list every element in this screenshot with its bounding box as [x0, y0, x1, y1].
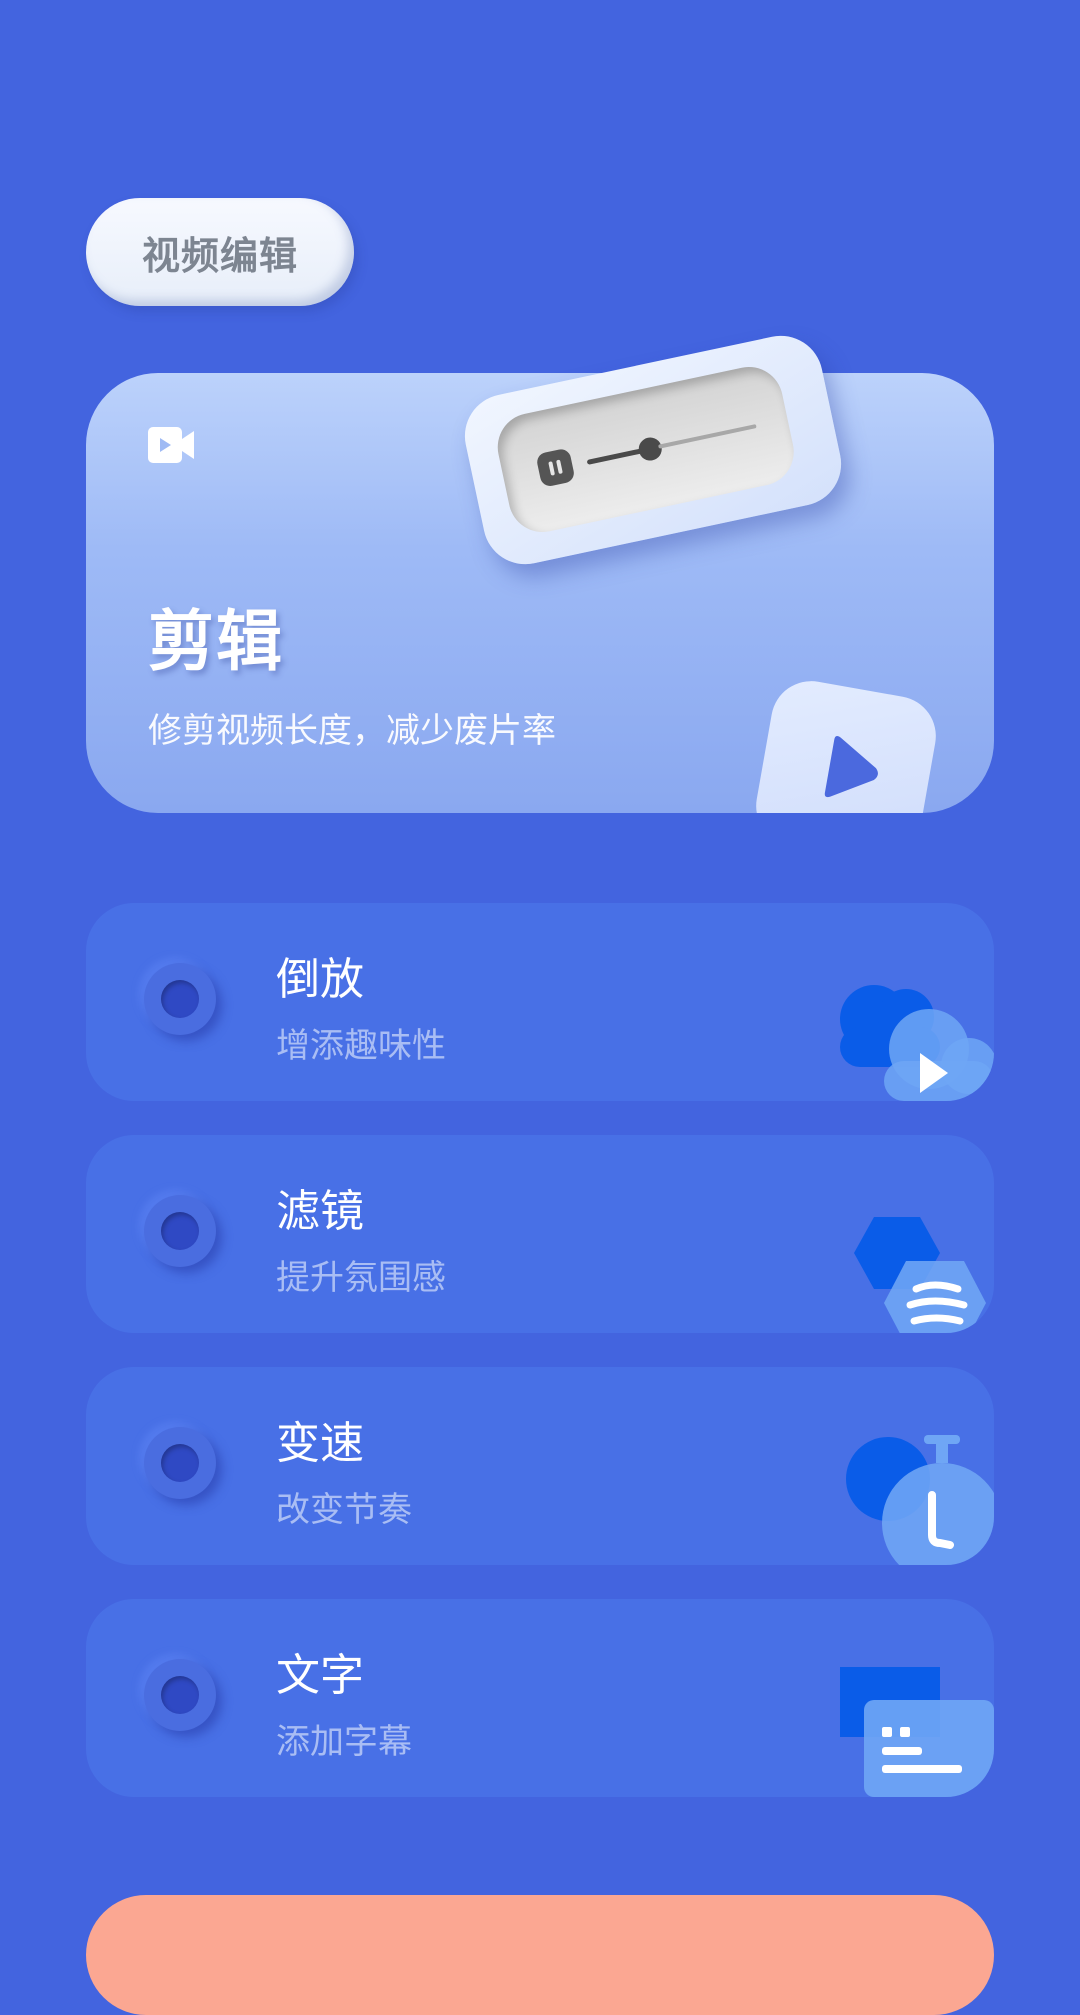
feature-card-reverse[interactable]: 倒放 增添趣味性 — [86, 903, 994, 1101]
feature-title: 滤镜 — [276, 1186, 364, 1237]
category-label: 视频编辑 — [141, 233, 298, 278]
feature-card-text[interactable]: 文字 添加字幕 — [86, 1599, 994, 1797]
category-pill[interactable]: 视频编辑 — [86, 198, 354, 306]
stopwatch-icon — [846, 1435, 994, 1565]
hero-title: 剪辑 — [148, 603, 284, 680]
video-camera-icon — [148, 427, 194, 463]
subtitle-text-icon — [840, 1667, 994, 1797]
feature-title: 倒放 — [276, 954, 364, 1005]
radio-indicator — [144, 963, 216, 1035]
cloud-play-icon — [840, 985, 994, 1101]
slider-knob — [636, 435, 664, 463]
play-icon — [824, 735, 878, 798]
radio-indicator — [144, 1195, 216, 1267]
feature-subtitle: 添加字幕 — [276, 1722, 412, 1762]
radio-indicator — [144, 1659, 216, 1731]
radio-indicator — [144, 1427, 216, 1499]
slider-track-empty — [658, 424, 757, 449]
pause-icon — [535, 447, 576, 488]
feature-subtitle: 改变节奏 — [276, 1490, 412, 1530]
primary-action-button[interactable] — [86, 1895, 994, 2015]
feature-card-speed[interactable]: 变速 改变节奏 — [86, 1367, 994, 1565]
feature-card-filter[interactable]: 滤镜 提升氛围感 — [86, 1135, 994, 1333]
feature-subtitle: 提升氛围感 — [276, 1258, 446, 1298]
play-tile-icon — [749, 674, 943, 813]
feature-title: 文字 — [276, 1650, 364, 1701]
slider-track-filled — [586, 447, 647, 465]
hero-subtitle: 修剪视频长度，减少废片率 — [148, 711, 556, 751]
feature-subtitle: 增添趣味性 — [276, 1026, 446, 1066]
hexagon-filter-icon — [854, 1217, 986, 1333]
feature-title: 变速 — [276, 1418, 364, 1469]
